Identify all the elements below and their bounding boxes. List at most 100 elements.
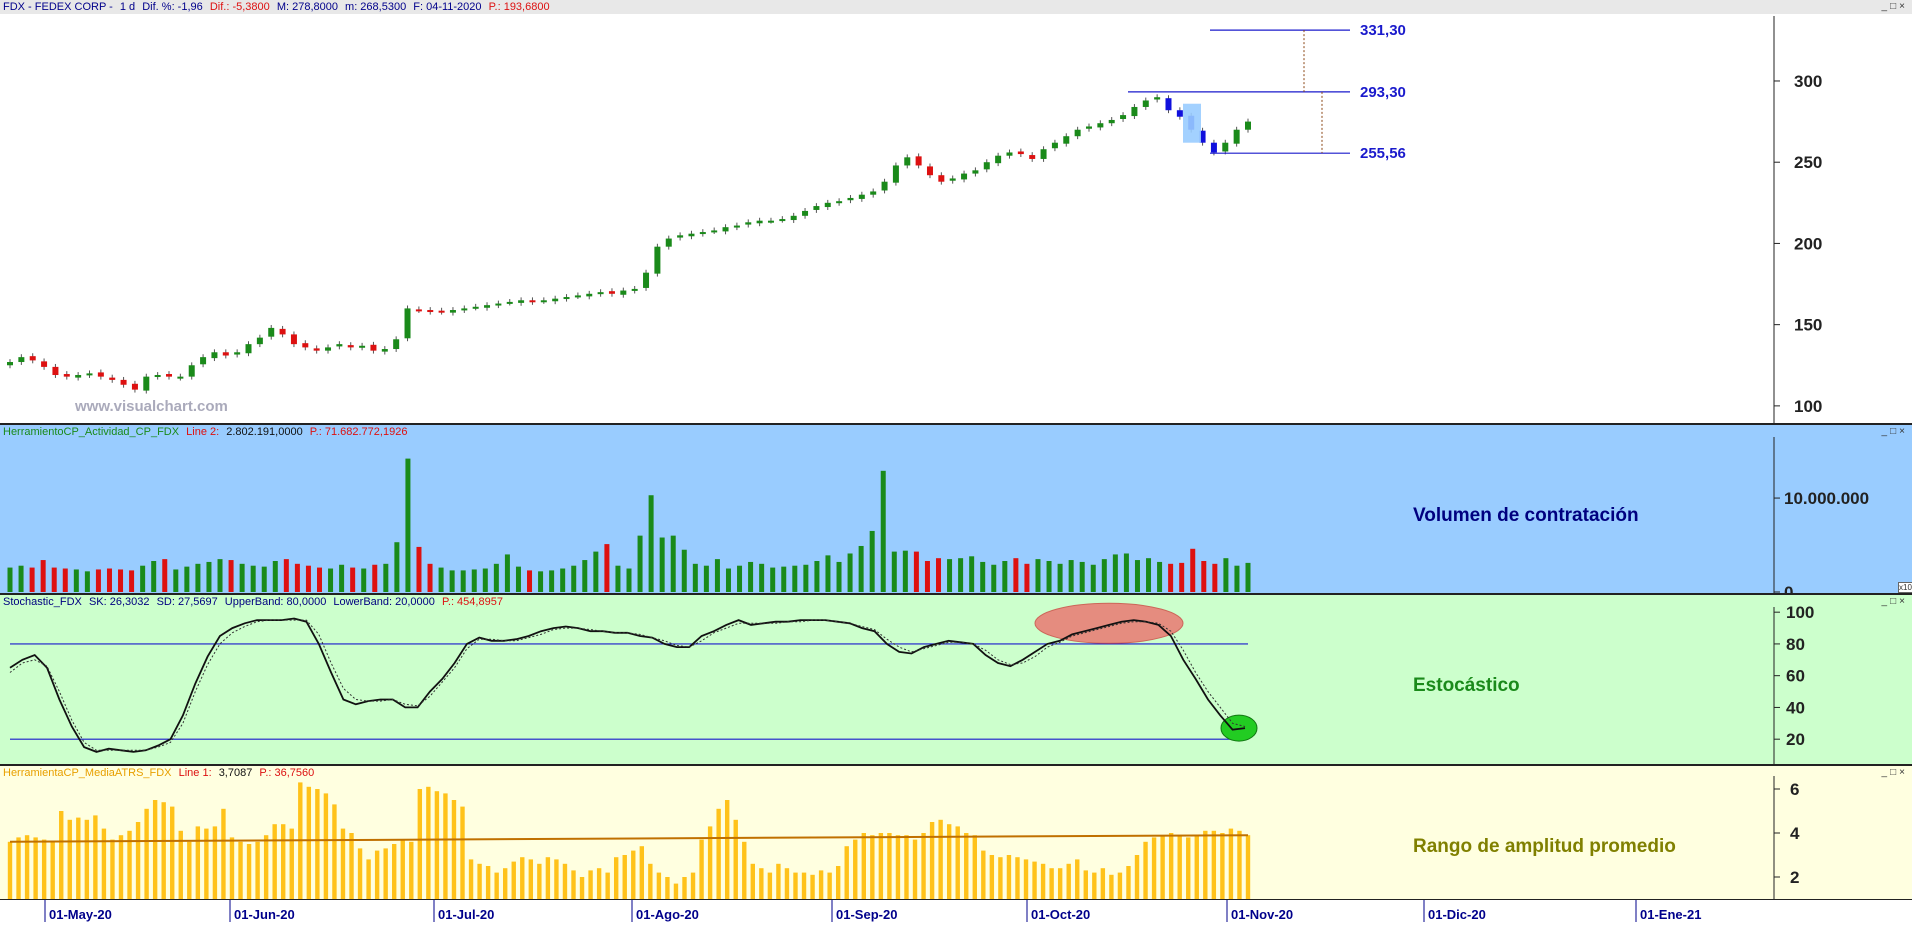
x-axis-tick-label: 01-Nov-20 <box>1231 907 1293 922</box>
atr-bar <box>41 839 47 899</box>
x-axis-tick-label: 01-Sep-20 <box>836 907 897 922</box>
atr-bar <box>571 870 576 899</box>
volume-bar <box>759 563 765 592</box>
candle-body <box>1051 142 1058 149</box>
candle-body <box>1245 121 1251 130</box>
candle-body <box>131 383 138 390</box>
candle-body <box>677 235 684 238</box>
atr-bar <box>759 868 764 899</box>
candle-body <box>620 290 627 295</box>
volume-bar <box>748 561 754 592</box>
stochastic-p: P.: 454,8957 <box>441 596 503 608</box>
volume-scale-note: x10 <box>1898 582 1912 593</box>
atr-p-label: P.: 36,7560 <box>259 767 315 779</box>
candle-body <box>745 222 752 225</box>
candle-body <box>97 372 104 377</box>
candle-body <box>347 345 354 348</box>
atr-bar <box>784 868 790 899</box>
atr-bar <box>161 802 166 899</box>
atr-bar <box>1220 833 1225 899</box>
atr-bar <box>494 872 499 899</box>
atr-bar <box>366 859 371 899</box>
volume-bar <box>471 569 477 592</box>
volume-bar <box>7 567 13 592</box>
volume-bar <box>339 564 345 592</box>
atr-bar <box>1057 868 1063 899</box>
volume-bar <box>792 565 798 592</box>
candle-body <box>143 376 150 391</box>
atr-bar <box>255 841 260 899</box>
atr-bar <box>588 870 593 899</box>
stoch-y-tick-label: 100 <box>1786 603 1814 622</box>
atr-bar <box>835 866 841 899</box>
stoch-y-tick-label: 40 <box>1786 698 1805 717</box>
atr-bar <box>1203 830 1208 899</box>
candle-body <box>597 292 604 295</box>
atr-bar <box>1117 872 1123 899</box>
volume-bar <box>383 563 389 592</box>
atr-window-buttons[interactable]: _□× <box>1882 767 1908 778</box>
volume-line-label: Line 2: <box>186 426 220 438</box>
candle-body <box>472 306 479 309</box>
volume-bar <box>394 542 400 592</box>
candle-body <box>779 219 786 222</box>
volume-bar <box>836 561 842 592</box>
volume-bar <box>515 566 521 592</box>
candle-body <box>1120 115 1127 119</box>
candle-body <box>154 375 161 378</box>
candle-body <box>892 165 899 183</box>
volume-bar <box>1112 554 1118 592</box>
candle-body <box>29 356 36 361</box>
volume-bar <box>980 561 986 592</box>
atr-bar <box>682 877 687 899</box>
atr-bar <box>545 857 551 899</box>
candle-body <box>63 374 70 377</box>
atr-bar <box>306 786 312 899</box>
atr-bar <box>579 877 585 899</box>
candle-body <box>188 365 195 377</box>
volume-bar <box>803 564 809 592</box>
atr-bar <box>690 872 696 899</box>
atr-bar <box>613 857 619 899</box>
atr-bar <box>1177 835 1182 899</box>
volume-bar <box>272 561 278 592</box>
stochastic-title: Estocástico <box>1413 675 1520 696</box>
atr-bar <box>1134 855 1140 899</box>
volume-bar <box>1168 563 1174 592</box>
volume-bar <box>416 546 422 592</box>
candle-body <box>540 300 547 303</box>
atr-bar <box>844 846 849 899</box>
atr-bar <box>622 855 627 899</box>
candle-body <box>938 175 945 182</box>
atr-bar <box>878 833 884 899</box>
candle-body <box>643 272 650 288</box>
atr-bar <box>281 824 286 899</box>
volume-bar <box>858 545 864 592</box>
price-window-buttons[interactable]: _□× <box>1882 1 1908 12</box>
volume-bar <box>869 530 875 592</box>
candle-body <box>586 293 593 297</box>
stochastic-window-buttons[interactable]: _□× <box>1882 596 1908 607</box>
atr-bar <box>195 826 201 899</box>
atr-bar <box>59 811 64 899</box>
candle-body <box>961 173 968 180</box>
atr-bar <box>392 844 397 899</box>
atr-bar <box>1083 870 1088 899</box>
atr-bar <box>733 819 738 899</box>
volume-window-buttons[interactable]: _□× <box>1882 426 1908 437</box>
volume-bar <box>615 565 621 592</box>
candle-body <box>824 202 831 208</box>
volume-title: Volumen de contratación <box>1413 505 1639 526</box>
candle-body <box>495 303 502 306</box>
candle-body <box>563 297 570 300</box>
volume-bar <box>40 560 46 592</box>
candle-body <box>41 361 48 367</box>
atr-bar <box>417 789 423 899</box>
volume-bar <box>405 458 411 592</box>
volume-bar <box>604 544 610 592</box>
candle-body <box>836 201 843 204</box>
atr-bar <box>1100 868 1106 899</box>
atr-bar <box>929 822 935 899</box>
volume-bar <box>1201 561 1207 592</box>
candle-body <box>767 220 774 223</box>
